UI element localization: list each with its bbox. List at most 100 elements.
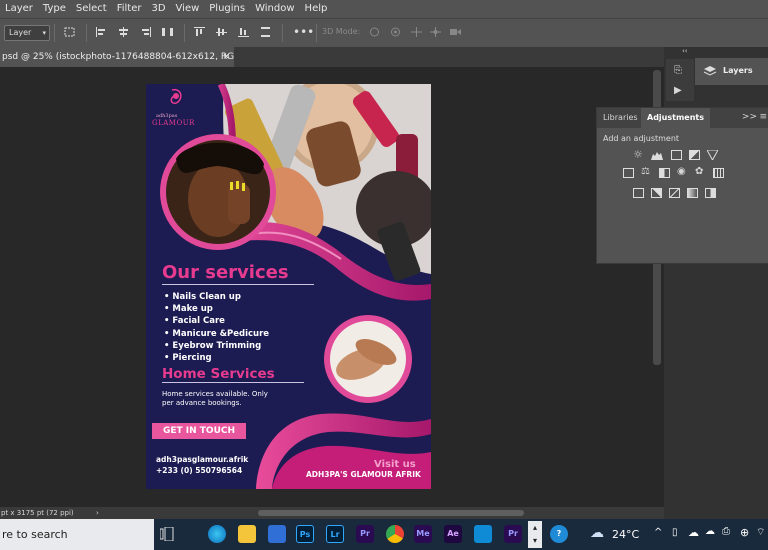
printer-icon[interactable]: ⎙ — [722, 526, 730, 537]
channel-mixer-icon[interactable]: ✿ — [695, 166, 703, 177]
edge-icon[interactable] — [208, 525, 226, 543]
posterize-icon[interactable] — [651, 188, 662, 198]
list-item: • Eyebrow Trimming — [164, 340, 262, 351]
chevron-down-icon: ▾ — [42, 29, 46, 37]
tool-strip: ⎘ ▶ — [666, 59, 694, 101]
media-encoder-icon[interactable]: Me — [414, 525, 432, 543]
services-title: Our services — [162, 262, 289, 283]
align-left-icon[interactable] — [96, 27, 107, 37]
3d-pan-icon[interactable] — [411, 27, 422, 37]
phone-number: +233 (0) 550796564 — [156, 466, 243, 475]
align-center-icon[interactable] — [118, 27, 129, 37]
document-tab[interactable]: psd @ 25% (istockphoto-1176488804-612x61… — [0, 47, 234, 67]
brightness-icon[interactable]: ☼ — [633, 148, 643, 161]
divider — [282, 24, 283, 42]
sketchup-icon[interactable] — [474, 525, 492, 543]
store-icon[interactable] — [268, 525, 286, 543]
file-explorer-icon[interactable] — [238, 525, 256, 543]
menu-help[interactable]: Help — [300, 0, 333, 18]
wifi-icon[interactable]: ⌔ — [756, 526, 765, 539]
selective-color-icon[interactable] — [705, 188, 716, 198]
collapse-dock-icon[interactable]: ‹‹ — [682, 47, 688, 55]
menu-3d[interactable]: 3D — [146, 0, 170, 18]
after-effects-icon[interactable]: Ae — [444, 525, 462, 543]
phone-link-icon[interactable]: ▯ — [672, 527, 678, 538]
premiere-icon[interactable]: Pr — [356, 525, 374, 543]
history-icon[interactable]: ⎘ — [674, 65, 682, 76]
social-handle: adh3pasglamour.afrik — [156, 455, 249, 464]
menu-select[interactable]: Select — [71, 0, 112, 18]
taskbar: re to search Ps Lr Pr Me Ae Pr ▴ ▾ ? ☁ 24… — [0, 519, 768, 550]
home-services-title: Home Services — [162, 366, 275, 382]
language-globe-icon[interactable]: ⊕ — [740, 526, 749, 539]
photoshop-icon[interactable]: Ps — [296, 525, 314, 543]
layers-icon — [703, 66, 717, 76]
help-icon[interactable]: ? — [550, 525, 568, 543]
search-input[interactable]: re to search — [0, 519, 154, 550]
list-item: • Facial Care — [164, 316, 225, 327]
3d-camera-icon[interactable] — [450, 27, 461, 37]
task-view-icon[interactable] — [160, 527, 176, 541]
list-item: • Make up — [164, 304, 213, 315]
menu-layer[interactable]: Layer — [0, 0, 38, 18]
divider — [316, 24, 317, 42]
premiere-rush-icon[interactable]: Pr — [504, 525, 522, 543]
color-lookup-icon[interactable] — [713, 168, 724, 178]
menu-window[interactable]: Window — [250, 0, 299, 18]
menu-view[interactable]: View — [171, 0, 205, 18]
chrome-icon[interactable] — [386, 525, 404, 543]
play-icon[interactable]: ▶ — [674, 85, 682, 96]
panel-tabs: Libraries Adjustments >> ≡ — [597, 108, 768, 128]
weather-cloud-icon[interactable]: ☁ — [590, 525, 604, 541]
get-in-touch-button[interactable]: GET IN TOUCH — [152, 423, 246, 439]
3d-orbit-icon[interactable] — [369, 27, 380, 37]
gradient-map-icon[interactable] — [687, 188, 698, 198]
panel-collapse-icon[interactable]: >> — [742, 112, 757, 122]
photo-filter-icon[interactable]: ◉ — [677, 166, 686, 177]
adjustments-panel: Libraries Adjustments >> ≡ Add an adjust… — [596, 107, 768, 264]
curves-icon[interactable] — [671, 150, 682, 160]
taskbar-scroll[interactable]: ▴ ▾ — [528, 521, 542, 548]
distribute-vertical-icon[interactable] — [260, 27, 271, 37]
threshold-icon[interactable] — [669, 188, 680, 198]
levels-icon[interactable] — [651, 150, 663, 160]
tab-libraries[interactable]: Libraries — [597, 108, 644, 128]
lightroom-icon[interactable]: Lr — [326, 525, 344, 543]
align-top-icon[interactable] — [194, 27, 205, 37]
tab-adjustments[interactable]: Adjustments — [641, 108, 710, 128]
align-bottom-icon[interactable] — [238, 27, 249, 37]
chevron-right-icon[interactable]: › — [96, 507, 99, 519]
menu-plugins[interactable]: Plugins — [204, 0, 250, 18]
hue-saturation-icon[interactable] — [623, 168, 634, 178]
exposure-icon[interactable] — [689, 150, 700, 160]
close-icon[interactable]: × — [222, 47, 230, 67]
onedrive-personal-icon[interactable]: ☁ — [705, 526, 715, 537]
layers-panel-tab[interactable]: Layers — [695, 58, 768, 85]
vibrance-icon[interactable] — [707, 150, 718, 160]
add-adjustment-label: Add an adjustment — [603, 134, 680, 143]
brand-logo-icon — [170, 88, 182, 105]
color-balance-icon[interactable]: ⚖ — [641, 166, 650, 177]
black-white-icon[interactable] — [659, 168, 670, 178]
temperature[interactable]: 24°C — [612, 528, 639, 541]
panel-menu-icon[interactable]: ≡ — [759, 112, 767, 122]
menu-filter[interactable]: Filter — [112, 0, 147, 18]
document-tab-title: psd @ 25% (istockphoto-1176488804-612x61… — [2, 52, 234, 62]
onedrive-icon[interactable]: ☁ — [688, 526, 699, 539]
horizontal-scrollbar[interactable] — [258, 510, 524, 516]
3d-slide-icon[interactable] — [430, 27, 441, 37]
auto-select-value: Layer — [9, 28, 32, 37]
align-middle-icon[interactable] — [216, 27, 227, 37]
invert-icon[interactable] — [633, 188, 644, 198]
visit-us-label: Visit us — [374, 459, 416, 470]
distribute-horizontal-icon[interactable] — [162, 27, 173, 37]
3d-roll-icon[interactable] — [390, 27, 401, 37]
3d-mode-label: 3D Mode: — [322, 27, 361, 36]
poster-artboard[interactable]: adh3pas GLAMOUR Our services • Nails Cle… — [146, 84, 431, 489]
auto-select-dropdown[interactable]: Layer ▾ — [4, 25, 50, 41]
align-right-icon[interactable] — [140, 27, 151, 37]
transform-controls-icon[interactable] — [64, 27, 75, 37]
more-options-icon[interactable]: ••• — [293, 25, 314, 39]
menu-type[interactable]: Type — [38, 0, 71, 18]
chevron-up-icon[interactable]: ^ — [654, 527, 662, 538]
